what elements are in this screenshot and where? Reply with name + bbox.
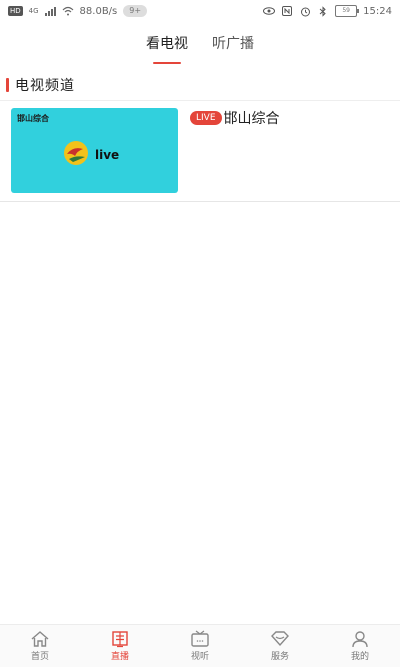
alarm-icon xyxy=(299,5,311,17)
nav-service-label: 服务 xyxy=(270,652,289,662)
bluetooth-icon xyxy=(317,5,329,17)
status-right: 59 15:24 xyxy=(263,5,392,17)
live-icon xyxy=(112,631,128,648)
tv-icon xyxy=(191,630,209,647)
nav-service[interactable]: 服务 xyxy=(240,625,320,667)
nav-me[interactable]: 我的 xyxy=(320,625,400,667)
nav-av[interactable]: 视听 xyxy=(160,625,240,667)
signal-icon xyxy=(44,6,56,16)
bottom-nav: 首页 直播 视听 服务 我的 xyxy=(0,624,400,667)
tab-listen-radio[interactable]: 听广播 xyxy=(212,30,254,64)
status-bar: HD 4G 88.0B/s 9+ 59 15:24 xyxy=(0,0,400,22)
wifi-icon xyxy=(62,5,74,17)
nfc-icon xyxy=(281,5,293,17)
nav-home[interactable]: 首页 xyxy=(0,625,80,667)
nav-live[interactable]: 直播 xyxy=(80,625,160,667)
live-badge: LIVE xyxy=(190,111,222,125)
section-accent-bar xyxy=(6,78,9,92)
channel-thumbnail[interactable]: 邯山综合 live xyxy=(11,108,178,193)
channel-name[interactable]: 邯山综合 xyxy=(224,108,280,128)
thumbnail-live-text: live xyxy=(95,148,120,162)
channel-info: LIVE 邯山综合 xyxy=(190,108,280,128)
user-icon xyxy=(352,631,368,648)
nav-home-label: 首页 xyxy=(30,652,49,662)
channel-logo-icon xyxy=(64,141,88,165)
tab-watch-tv[interactable]: 看电视 xyxy=(146,30,188,64)
nav-me-label: 我的 xyxy=(350,652,369,662)
clock: 15:24 xyxy=(363,5,392,17)
nav-live-label: 直播 xyxy=(110,652,129,662)
channel-item[interactable]: 邯山综合 live LIVE 邯山综合 xyxy=(0,107,400,202)
net-speed: 88.0B/s xyxy=(79,5,118,17)
notification-pill: 9+ xyxy=(123,5,148,17)
thumbnail-label: 邯山综合 xyxy=(17,114,49,123)
home-icon xyxy=(31,631,49,647)
eye-icon xyxy=(263,5,276,17)
section-title: 电视频道 xyxy=(15,78,75,94)
status-left: HD 4G 88.0B/s 9+ xyxy=(8,5,148,17)
network-label: 4G xyxy=(28,7,39,15)
service-icon xyxy=(271,631,289,647)
top-tabs: 看电视 听广播 xyxy=(0,30,400,64)
battery-icon: 59 xyxy=(335,5,360,17)
hd-badge: HD xyxy=(8,6,23,16)
nav-av-label: 视听 xyxy=(190,652,209,662)
section-header: 电视频道 xyxy=(0,70,400,101)
